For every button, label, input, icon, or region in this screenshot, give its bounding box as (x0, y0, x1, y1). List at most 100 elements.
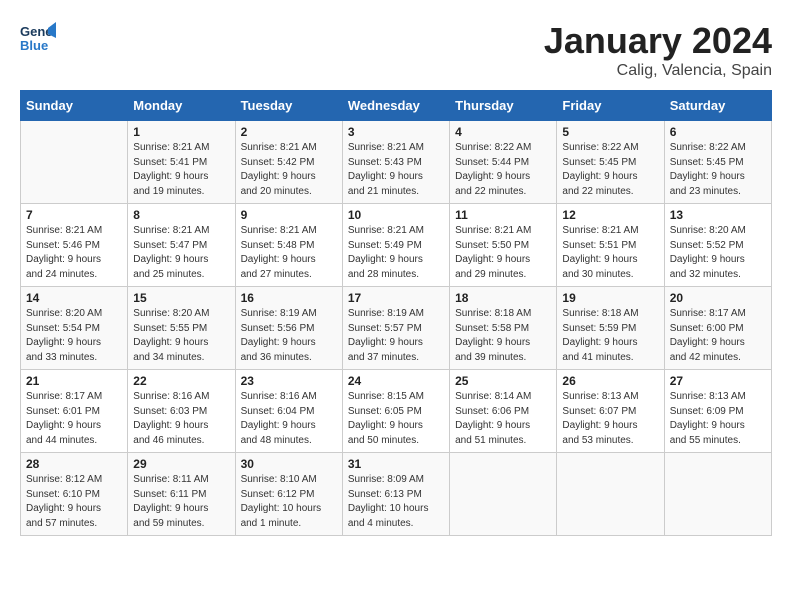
day-info: Sunrise: 8:21 AM Sunset: 5:41 PM Dayligh… (133, 141, 229, 199)
calendar-cell: 29 Sunrise: 8:11 AM Sunset: 6:11 PM Dayli… (128, 453, 235, 536)
day-info: Sunrise: 8:20 AM Sunset: 5:54 PM Dayligh… (26, 307, 122, 365)
calendar-cell: 2Sunrise: 8:21 AM Sunset: 5:42 PM Daylig… (235, 121, 342, 204)
week-row-4: 21Sunrise: 8:17 AM Sunset: 6:01 PM Dayli… (21, 370, 772, 453)
day-info: Sunrise: 8:22 AM Sunset: 5:44 PM Dayligh… (455, 141, 551, 199)
calendar-cell: 30 Sunrise: 8:10 AM Sunset: 6:12 PM Dayli… (235, 453, 342, 536)
day-number: 17 (348, 291, 444, 305)
day-number: 4 (455, 125, 551, 139)
day-number: 28 (26, 457, 122, 471)
day-number: 18 (455, 291, 551, 305)
day-info: Sunrise: 8:16 AM Sunset: 6:04 PM Dayligh… (241, 390, 337, 448)
day-number: 30 (241, 457, 337, 471)
calendar-cell (664, 453, 771, 536)
day-number: 22 (133, 374, 229, 388)
day-number: 7 (26, 208, 122, 222)
day-info: Sunrise: 8:19 AM Sunset: 5:56 PM Dayligh… (241, 307, 337, 365)
calendar-cell: 3 Sunrise: 8:21 AM Sunset: 5:43 PM Daylig… (342, 121, 449, 204)
day-info: Sunrise: 8:15 AM Sunset: 6:05 PM Dayligh… (348, 390, 444, 448)
day-info: Sunrise: 8:12 AM Sunset: 6:10 PM Dayligh… (26, 473, 122, 531)
day-info: Sunrise: 8:13 AM Sunset: 6:07 PM Dayligh… (562, 390, 658, 448)
day-info: Sunrise: 8:10 AM Sunset: 6:12 PM Dayligh… (241, 473, 337, 531)
weekday-header-row: SundayMondayTuesdayWednesdayThursdayFrid… (21, 91, 772, 121)
calendar-cell: 23 Sunrise: 8:16 AM Sunset: 6:04 PM Dayli… (235, 370, 342, 453)
day-info: Sunrise: 8:20 AM Sunset: 5:55 PM Dayligh… (133, 307, 229, 365)
calendar-cell: 28 Sunrise: 8:12 AM Sunset: 6:10 PM Dayli… (21, 453, 128, 536)
day-number: 19 (562, 291, 658, 305)
calendar-cell: 17 Sunrise: 8:19 AM Sunset: 5:57 PM Dayli… (342, 287, 449, 370)
calendar-cell (557, 453, 664, 536)
day-number: 3 (348, 125, 444, 139)
calendar-cell: 14 Sunrise: 8:20 AM Sunset: 5:54 PM Dayli… (21, 287, 128, 370)
day-info: Sunrise: 8:21 AM Sunset: 5:47 PM Dayligh… (133, 224, 229, 282)
calendar-cell (21, 121, 128, 204)
day-info: Sunrise: 8:13 AM Sunset: 6:09 PM Dayligh… (670, 390, 766, 448)
day-number: 9 (241, 208, 337, 222)
day-info: Sunrise: 8:14 AM Sunset: 6:06 PM Dayligh… (455, 390, 551, 448)
day-number: 16 (241, 291, 337, 305)
calendar-cell: 25 Sunrise: 8:14 AM Sunset: 6:06 PM Dayli… (450, 370, 557, 453)
day-number: 5 (562, 125, 658, 139)
location: Calig, Valencia, Spain (544, 62, 772, 80)
day-info: Sunrise: 8:17 AM Sunset: 6:01 PM Dayligh… (26, 390, 122, 448)
day-info: Sunrise: 8:21 AM Sunset: 5:48 PM Dayligh… (241, 224, 337, 282)
day-info: Sunrise: 8:21 AM Sunset: 5:49 PM Dayligh… (348, 224, 444, 282)
day-info: Sunrise: 8:22 AM Sunset: 5:45 PM Dayligh… (670, 141, 766, 199)
calendar-cell: 21Sunrise: 8:17 AM Sunset: 6:01 PM Dayli… (21, 370, 128, 453)
calendar-cell: 4 Sunrise: 8:22 AM Sunset: 5:44 PM Daylig… (450, 121, 557, 204)
day-number: 29 (133, 457, 229, 471)
day-info: Sunrise: 8:16 AM Sunset: 6:03 PM Dayligh… (133, 390, 229, 448)
weekday-header-sunday: Sunday (21, 91, 128, 121)
calendar-cell: 7 Sunrise: 8:21 AM Sunset: 5:46 PM Daylig… (21, 204, 128, 287)
day-number: 24 (348, 374, 444, 388)
day-number: 11 (455, 208, 551, 222)
calendar-cell: 1Sunrise: 8:21 AM Sunset: 5:41 PM Daylig… (128, 121, 235, 204)
day-info: Sunrise: 8:21 AM Sunset: 5:51 PM Dayligh… (562, 224, 658, 282)
day-number: 2 (241, 125, 337, 139)
day-number: 20 (670, 291, 766, 305)
week-row-2: 7 Sunrise: 8:21 AM Sunset: 5:46 PM Daylig… (21, 204, 772, 287)
day-number: 8 (133, 208, 229, 222)
weekday-header-saturday: Saturday (664, 91, 771, 121)
day-info: Sunrise: 8:19 AM Sunset: 5:57 PM Dayligh… (348, 307, 444, 365)
weekday-header-monday: Monday (128, 91, 235, 121)
day-number: 25 (455, 374, 551, 388)
day-number: 6 (670, 125, 766, 139)
day-info: Sunrise: 8:20 AM Sunset: 5:52 PM Dayligh… (670, 224, 766, 282)
day-info: Sunrise: 8:11 AM Sunset: 6:11 PM Dayligh… (133, 473, 229, 531)
weekday-header-tuesday: Tuesday (235, 91, 342, 121)
calendar-cell: 18 Sunrise: 8:18 AM Sunset: 5:58 PM Dayli… (450, 287, 557, 370)
day-info: Sunrise: 8:18 AM Sunset: 5:59 PM Dayligh… (562, 307, 658, 365)
day-number: 10 (348, 208, 444, 222)
calendar-cell: 9 Sunrise: 8:21 AM Sunset: 5:48 PM Daylig… (235, 204, 342, 287)
week-row-1: 1Sunrise: 8:21 AM Sunset: 5:41 PM Daylig… (21, 121, 772, 204)
calendar-cell: 24 Sunrise: 8:15 AM Sunset: 6:05 PM Dayli… (342, 370, 449, 453)
week-row-5: 28 Sunrise: 8:12 AM Sunset: 6:10 PM Dayli… (21, 453, 772, 536)
day-number: 26 (562, 374, 658, 388)
calendar-cell: 19 Sunrise: 8:18 AM Sunset: 5:59 PM Dayli… (557, 287, 664, 370)
day-info: Sunrise: 8:21 AM Sunset: 5:46 PM Dayligh… (26, 224, 122, 282)
day-info: Sunrise: 8:18 AM Sunset: 5:58 PM Dayligh… (455, 307, 551, 365)
day-number: 23 (241, 374, 337, 388)
calendar-cell: 5Sunrise: 8:22 AM Sunset: 5:45 PM Daylig… (557, 121, 664, 204)
calendar-cell: 8 Sunrise: 8:21 AM Sunset: 5:47 PM Daylig… (128, 204, 235, 287)
day-number: 31 (348, 457, 444, 471)
title-block: January 2024 Calig, Valencia, Spain (544, 20, 772, 80)
month-title: January 2024 (544, 20, 772, 62)
calendar-table: SundayMondayTuesdayWednesdayThursdayFrid… (20, 90, 772, 536)
calendar-cell: 16 Sunrise: 8:19 AM Sunset: 5:56 PM Dayli… (235, 287, 342, 370)
calendar-cell (450, 453, 557, 536)
day-info: Sunrise: 8:21 AM Sunset: 5:43 PM Dayligh… (348, 141, 444, 199)
calendar-cell: 15 Sunrise: 8:20 AM Sunset: 5:55 PM Dayli… (128, 287, 235, 370)
calendar-cell: 13Sunrise: 8:20 AM Sunset: 5:52 PM Dayli… (664, 204, 771, 287)
calendar-cell: 27Sunrise: 8:13 AM Sunset: 6:09 PM Dayli… (664, 370, 771, 453)
weekday-header-friday: Friday (557, 91, 664, 121)
day-number: 12 (562, 208, 658, 222)
day-info: Sunrise: 8:09 AM Sunset: 6:13 PM Dayligh… (348, 473, 444, 531)
day-info: Sunrise: 8:17 AM Sunset: 6:00 PM Dayligh… (670, 307, 766, 365)
day-number: 14 (26, 291, 122, 305)
calendar-cell: 20 Sunrise: 8:17 AM Sunset: 6:00 PM Dayli… (664, 287, 771, 370)
day-number: 15 (133, 291, 229, 305)
calendar-cell: 11Sunrise: 8:21 AM Sunset: 5:50 PM Dayli… (450, 204, 557, 287)
calendar-cell: 10 Sunrise: 8:21 AM Sunset: 5:49 PM Dayli… (342, 204, 449, 287)
page-header: General Blue January 2024 Calig, Valenci… (20, 20, 772, 80)
